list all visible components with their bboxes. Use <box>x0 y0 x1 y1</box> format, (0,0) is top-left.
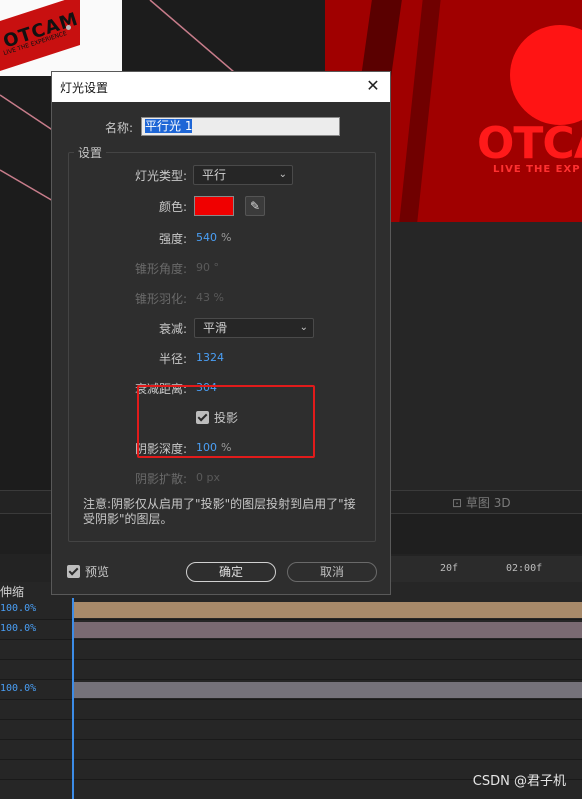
intensity-value[interactable]: 540% <box>196 231 231 244</box>
layer-row[interactable] <box>0 660 582 680</box>
layer-row[interactable] <box>0 720 582 740</box>
intensity-label: 强度: <box>158 232 187 246</box>
stretch-value[interactable]: 100.0% <box>0 603 36 614</box>
chevron-down-icon: ⌄ <box>278 169 287 180</box>
layer-row[interactable]: 100.0% <box>0 600 582 620</box>
dialog-titlebar[interactable]: 灯光设置 ✕ <box>52 72 390 102</box>
radius-value[interactable]: 1324 <box>196 351 224 364</box>
time-label-2s: 02:00f <box>506 563 543 574</box>
viewer-logo-text: OTCA <box>477 118 582 169</box>
stretch-value[interactable]: 100.0% <box>0 623 36 634</box>
preview-label[interactable]: 预览 <box>85 563 109 580</box>
draft-3d-toggle[interactable]: ⊡ 草图 3D <box>452 494 511 511</box>
settings-group-title: 设置 <box>74 144 107 161</box>
falloff-label: 衰减: <box>158 322 187 336</box>
annotation-highlight-box <box>137 385 315 458</box>
cone-feather-value: 43 % <box>196 291 224 304</box>
layer-row[interactable]: 100.0% <box>0 620 582 640</box>
layer-row[interactable]: 100.0% <box>0 680 582 700</box>
name-field[interactable]: 平行光 1 <box>141 117 340 136</box>
cone-angle-value: 90 ° <box>196 261 219 274</box>
ok-button[interactable]: 确定 <box>186 562 276 582</box>
layer-row[interactable] <box>0 700 582 720</box>
light-type-dropdown[interactable]: 平行 ⌄ <box>193 165 293 185</box>
timeline-layers: 100.0% 100.0% 100.0% <box>0 582 582 799</box>
falloff-dropdown[interactable]: 平滑 ⌄ <box>194 318 314 338</box>
playhead[interactable] <box>72 598 74 799</box>
layer-thumbnail: OTCAM LIVE THE EXPERIENCE <box>0 0 122 76</box>
eyedropper-icon[interactable]: ✎ <box>245 196 265 216</box>
time-label-20f: 20f <box>440 563 459 574</box>
close-icon[interactable]: ✕ <box>364 77 382 95</box>
viewer-tagline: LIVE THE EXP <box>493 164 581 175</box>
watermark: CSDN @君子机 <box>472 774 566 789</box>
radius-label: 半径: <box>158 352 187 366</box>
shadow-note: 注意:阴影仅从启用了"投影"的图层投射到启用了"接受阴影"的图层。 <box>83 497 356 526</box>
cone-feather-label: 锥形羽化: <box>134 292 187 306</box>
layer-bar[interactable] <box>74 622 582 638</box>
shadow-diffusion-label: 阴影扩散: <box>134 472 187 486</box>
layer-row[interactable] <box>0 640 582 660</box>
dialog-title: 灯光设置 <box>60 81 109 95</box>
light-color-swatch[interactable] <box>194 196 234 216</box>
layer-bar[interactable] <box>74 682 582 698</box>
light-settings-dialog: 灯光设置 ✕ 名称: 平行光 1 设置 灯光类型: 平行 ⌄ 颜色: ✎ 强度:… <box>51 71 391 595</box>
stretch-column-header: 伸缩 <box>0 585 25 599</box>
color-label: 颜色: <box>158 200 187 214</box>
chevron-down-icon: ⌄ <box>299 322 308 333</box>
cone-angle-label: 锥形角度: <box>134 262 187 276</box>
name-label: 名称: <box>104 121 133 135</box>
layer-bar[interactable] <box>74 602 582 618</box>
preview-checkbox[interactable] <box>67 565 80 578</box>
logo-cloud-shape <box>510 25 582 125</box>
light-type-label: 灯光类型: <box>134 169 187 183</box>
cancel-button[interactable]: 取消 <box>287 562 377 582</box>
stretch-value[interactable]: 100.0% <box>0 683 36 694</box>
shadow-diffusion-value: 0 px <box>196 471 220 484</box>
layer-row[interactable] <box>0 740 582 760</box>
